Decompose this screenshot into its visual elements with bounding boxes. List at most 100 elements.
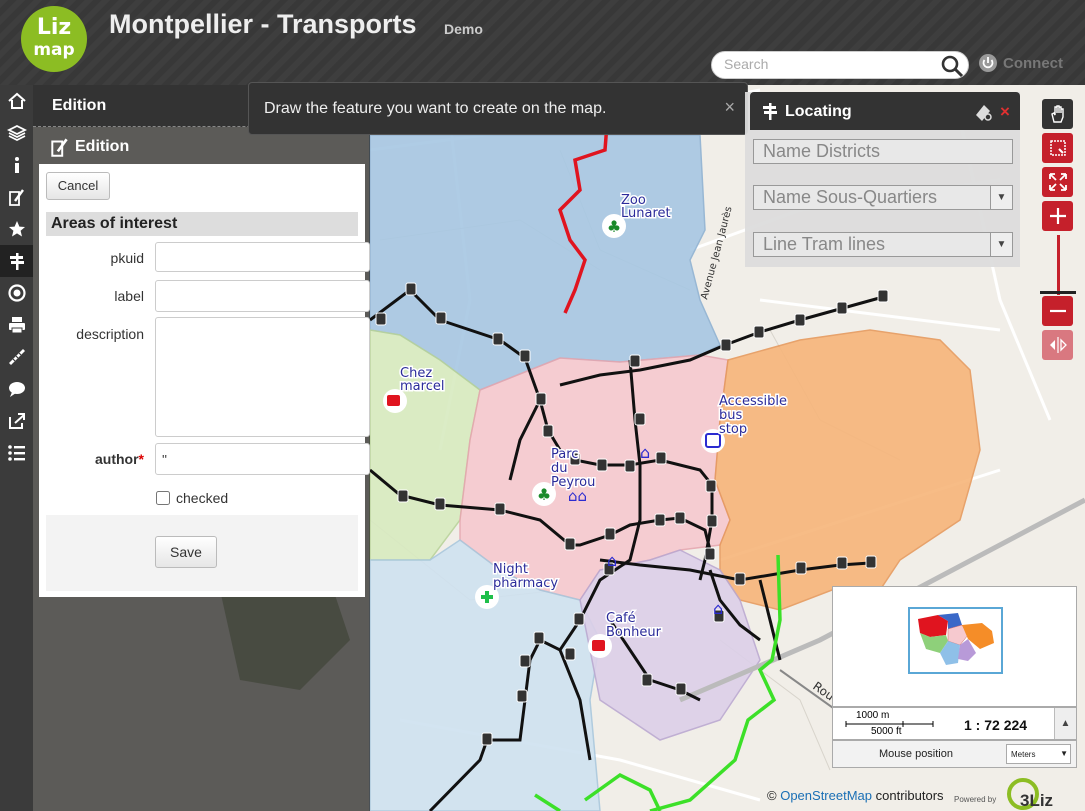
locating-button[interactable] <box>0 245 33 277</box>
scale-value: 1 : 72 224 <box>964 717 1028 733</box>
chevron-down-icon: ▼ <box>1060 749 1068 758</box>
layers-button[interactable] <box>0 117 33 149</box>
measure-button[interactable] <box>0 341 33 373</box>
zoom-extent-button[interactable] <box>1042 167 1073 197</box>
info-button[interactable] <box>0 149 33 181</box>
overview-extent[interactable] <box>908 607 1003 674</box>
checked-label: checked <box>176 490 229 506</box>
expand-icon <box>1048 173 1067 191</box>
share-button[interactable] <box>0 405 33 437</box>
locating-title: Locating <box>785 103 852 120</box>
star-button[interactable] <box>0 213 33 245</box>
svg-text:stop: stop <box>719 422 747 437</box>
svg-text:Night: Night <box>493 562 528 577</box>
tooltip-button[interactable] <box>0 373 33 405</box>
powered-by-3liz[interactable]: Powered by 3Liz <box>952 774 1082 811</box>
message-text: Draw the feature you want to create on t… <box>264 100 607 117</box>
zoom-in-button[interactable] <box>1042 201 1073 231</box>
target-icon <box>7 284 26 302</box>
history-arrows-icon <box>1049 337 1067 353</box>
svg-text:bus: bus <box>719 408 742 423</box>
cancel-button[interactable]: Cancel <box>46 172 110 200</box>
locating-icon <box>9 253 24 270</box>
map-attribution: © OpenStreetMap contributors <box>767 788 944 803</box>
history-button[interactable] <box>1042 330 1073 360</box>
zoom-slider-handle[interactable] <box>1040 291 1076 294</box>
pkuid-field[interactable] <box>155 242 370 272</box>
zoom-box-icon <box>1049 140 1066 156</box>
svg-text:pharmacy: pharmacy <box>493 576 558 591</box>
pkuid-label: pkuid <box>110 250 144 266</box>
search-box <box>711 51 969 79</box>
author-field[interactable] <box>155 443 370 475</box>
print-button[interactable] <box>0 309 33 341</box>
edition-form: Cancel Areas of interest pkuid label des… <box>39 164 370 597</box>
svg-text:marcel: marcel <box>400 379 444 394</box>
label-label: label <box>114 288 144 304</box>
osm-link[interactable]: OpenStreetMap <box>780 788 872 803</box>
header: Liz map Montpellier - Transports Demo Co… <box>0 0 1085 85</box>
mouse-position-label: Mouse position <box>879 748 953 760</box>
edition-dock-title: Edition <box>52 97 107 114</box>
plus-icon <box>1049 208 1066 224</box>
select-sous-quartiers[interactable]: Name Sous-Quartiers ▼ <box>753 185 1013 210</box>
comment-icon <box>8 382 25 397</box>
locating-header: Locating × <box>750 92 1020 130</box>
unit-select[interactable]: Meters ▼ <box>1006 744 1071 764</box>
poi-label-zoo-2: Lunaret <box>621 206 671 221</box>
locating-close-button[interactable]: × <box>1000 102 1010 122</box>
svg-text:⌂: ⌂ <box>640 443 650 462</box>
zoom-out-button[interactable] <box>1042 296 1073 326</box>
eraser-icon[interactable] <box>972 101 994 123</box>
mouse-position: Mouse position Meters ▼ <box>832 740 1077 768</box>
pan-button[interactable] <box>1042 99 1073 129</box>
zoom-slider[interactable] <box>1057 235 1060 295</box>
print-icon <box>8 317 25 334</box>
checked-row: checked <box>156 490 228 506</box>
svg-text:♣: ♣ <box>537 485 551 504</box>
svg-text:du: du <box>551 461 568 476</box>
select-tram-lines[interactable]: Line Tram lines ▼ <box>753 232 1013 257</box>
message-close-button[interactable]: × <box>724 97 735 118</box>
lizmap-logo[interactable]: Liz map <box>21 6 87 72</box>
svg-text:⌂: ⌂ <box>607 551 617 570</box>
list-button[interactable] <box>0 437 33 469</box>
svg-text:⌂: ⌂ <box>713 599 723 618</box>
description-field[interactable] <box>155 317 370 437</box>
power-icon <box>979 54 997 72</box>
form-actions: Save <box>46 515 358 591</box>
left-toolbar <box>0 85 33 811</box>
svg-text:Café: Café <box>606 611 636 626</box>
search-icon[interactable] <box>940 54 964 78</box>
home-button[interactable] <box>0 85 33 117</box>
connect-button[interactable]: Connect <box>978 53 1063 73</box>
description-label: description <box>76 326 144 342</box>
edition-button[interactable] <box>0 181 33 213</box>
edition-icon <box>51 138 68 157</box>
scale-meters: 1000 m <box>856 710 890 721</box>
geolocation-button[interactable] <box>0 277 33 309</box>
scale-feet: 5000 ft <box>871 726 902 737</box>
save-button[interactable]: Save <box>155 536 217 568</box>
chevron-down-icon: ▼ <box>990 186 1012 209</box>
hand-icon <box>1050 105 1064 123</box>
star-icon <box>8 221 25 237</box>
svg-text:⌂⌂: ⌂⌂ <box>568 487 587 505</box>
checked-checkbox[interactable] <box>156 491 170 505</box>
chevron-down-icon: ▼ <box>990 233 1012 256</box>
layer-title: Areas of interest <box>46 212 358 236</box>
overview-map[interactable] <box>832 586 1077 707</box>
locating-panel: Locating × Name Districts Name Sous-Quar… <box>745 92 1020 267</box>
label-field[interactable] <box>155 280 370 312</box>
select-districts[interactable]: Name Districts <box>753 139 1013 164</box>
locating-icon <box>763 103 777 120</box>
page-subtitle: Demo <box>444 21 483 37</box>
search-input[interactable] <box>724 56 924 72</box>
svg-text:Bonheur: Bonheur <box>606 625 662 640</box>
connect-label: Connect <box>1003 54 1063 72</box>
svg-text:Parc: Parc <box>551 447 578 462</box>
layers-icon <box>6 124 27 142</box>
overview-toggle-button[interactable]: ▲ <box>1054 708 1076 739</box>
edition-icon <box>8 189 24 206</box>
zoom-box-button[interactable] <box>1042 133 1073 163</box>
